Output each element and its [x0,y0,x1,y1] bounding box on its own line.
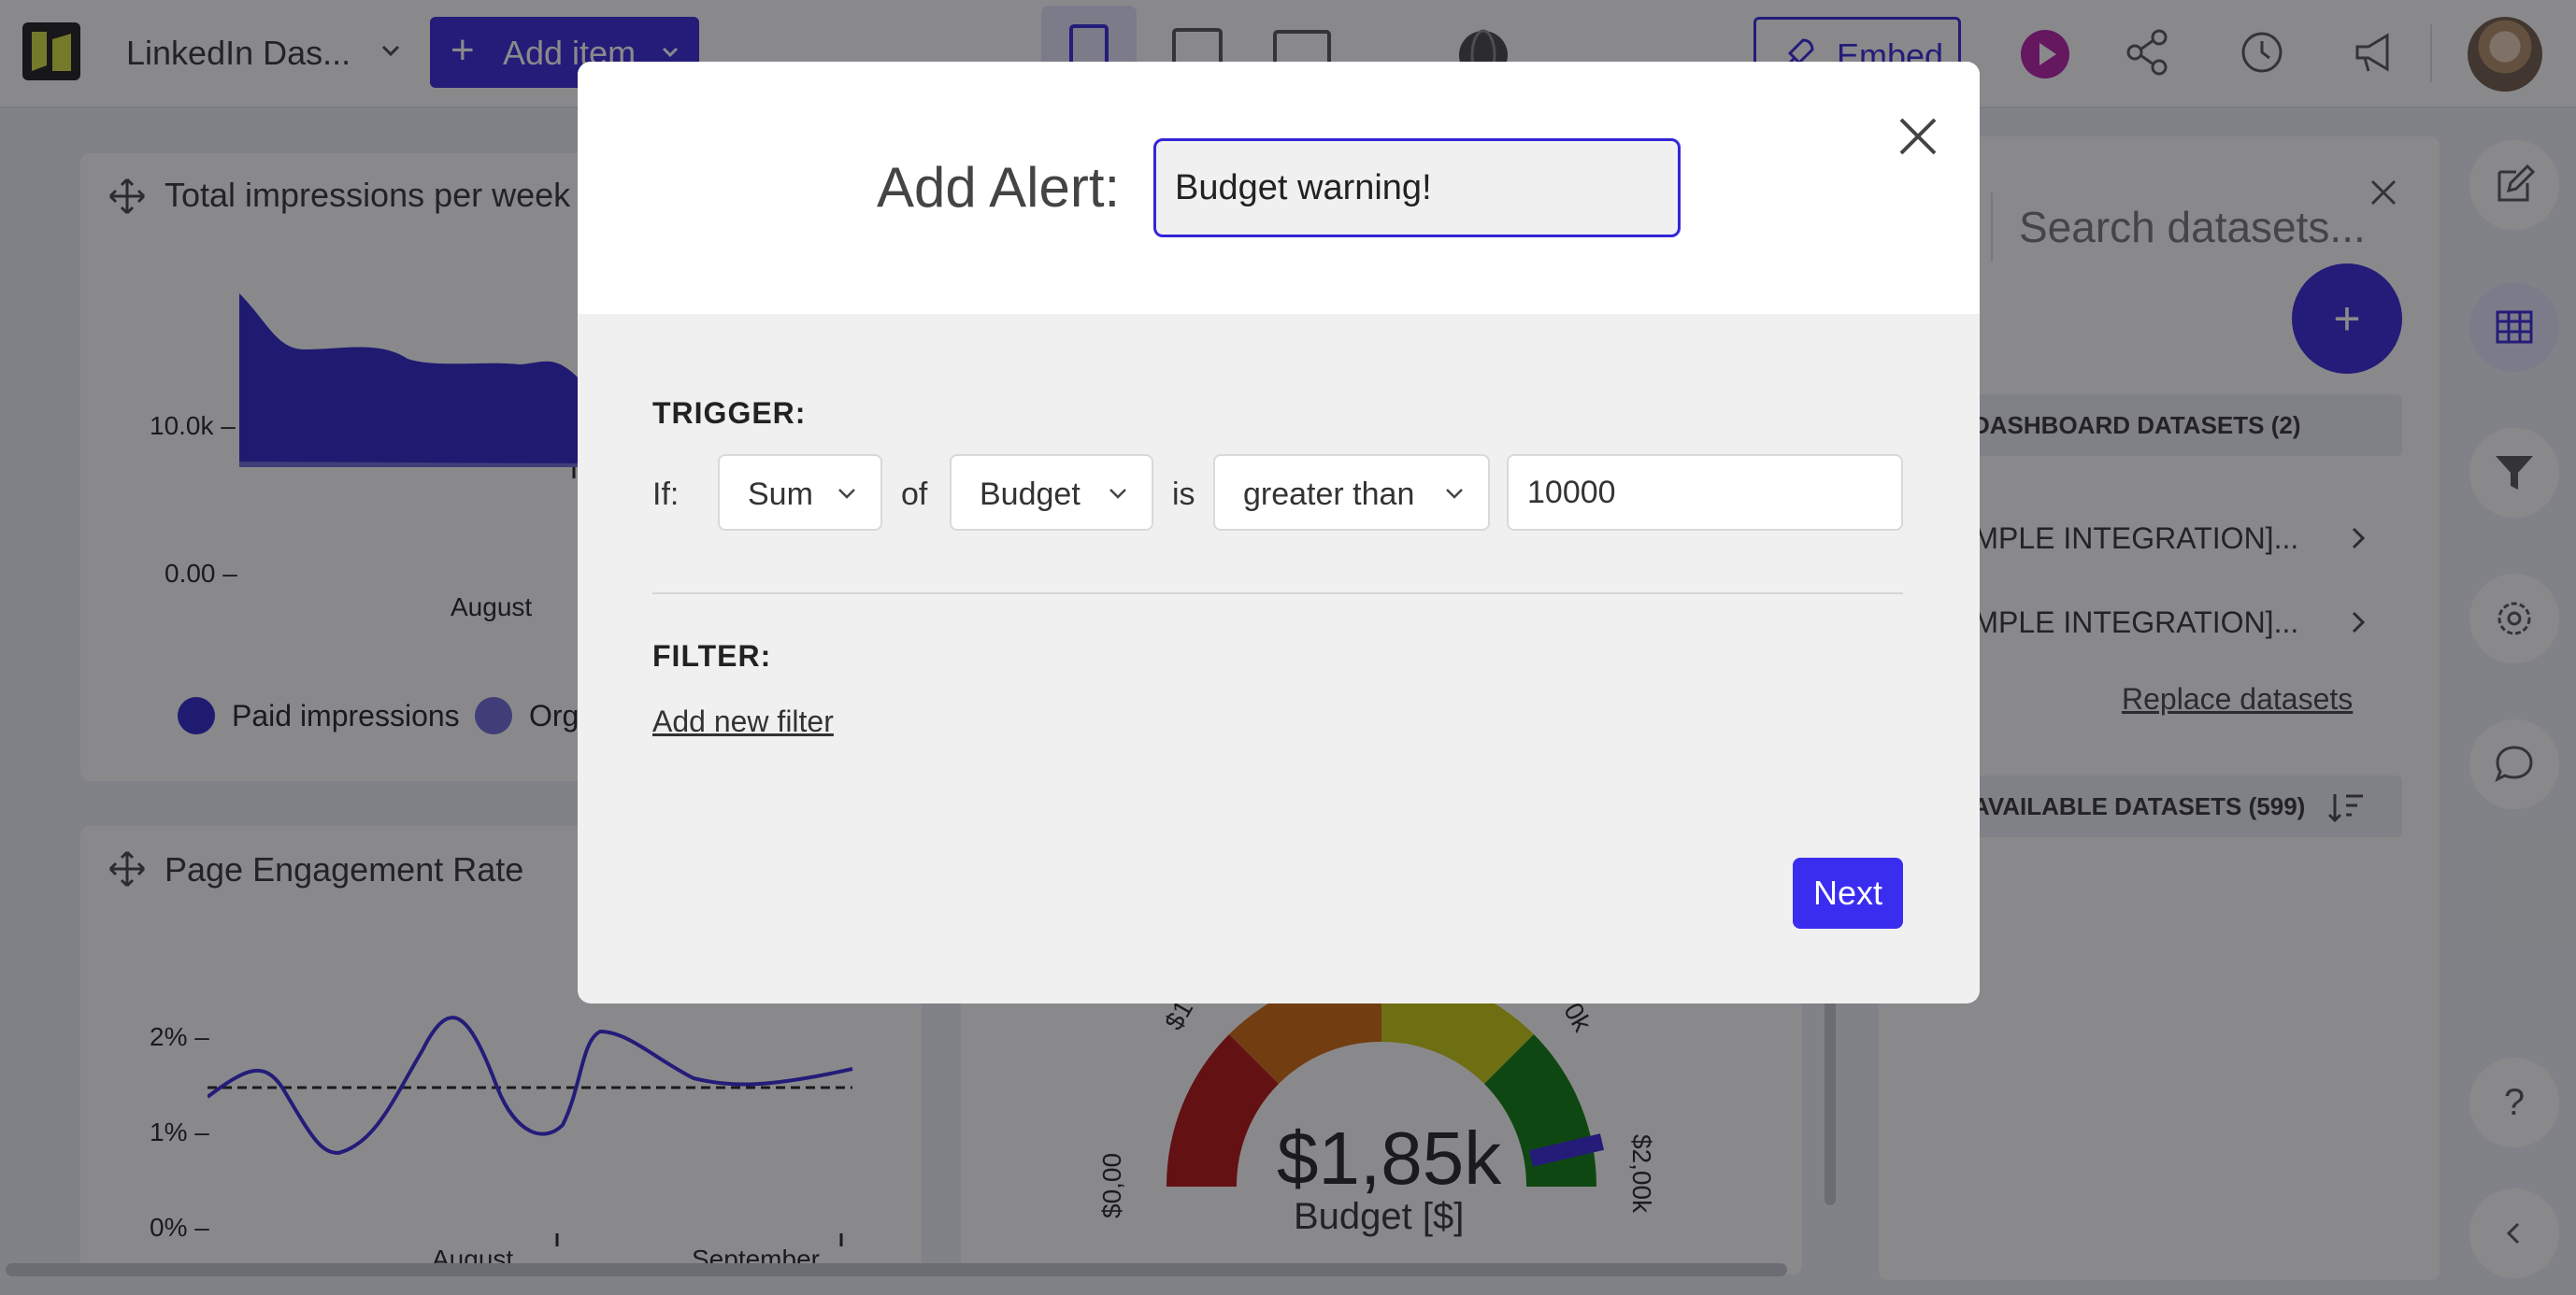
modal-header: Add Alert: [578,62,1980,314]
operator-select[interactable]: greater than [1213,454,1490,531]
field-select[interactable]: Budget [950,454,1153,531]
next-button[interactable]: Next [1793,858,1903,929]
field-value: Budget [980,477,1080,512]
filter-label: FILTER: [652,639,772,673]
if-label: If: [652,477,680,512]
chevron-down-icon [1446,489,1463,499]
section-divider [652,592,1903,594]
trigger-label: TRIGGER: [652,396,807,430]
modal-title: Add Alert: [877,156,1121,219]
operator-value: greater than [1243,477,1415,512]
threshold-input[interactable] [1507,454,1903,531]
aggregation-value: Sum [748,477,813,512]
chevron-down-icon [1109,489,1126,499]
add-new-filter-link[interactable]: Add new filter [652,704,834,739]
of-label: of [901,477,928,512]
chevron-down-icon [838,489,855,499]
add-alert-modal: Add Alert: TRIGGER: If: Sum of Budget is… [578,62,1980,1003]
alert-name-input[interactable] [1153,138,1681,237]
close-icon[interactable] [1892,110,1944,163]
is-label: is [1172,477,1195,512]
aggregation-select[interactable]: Sum [718,454,882,531]
